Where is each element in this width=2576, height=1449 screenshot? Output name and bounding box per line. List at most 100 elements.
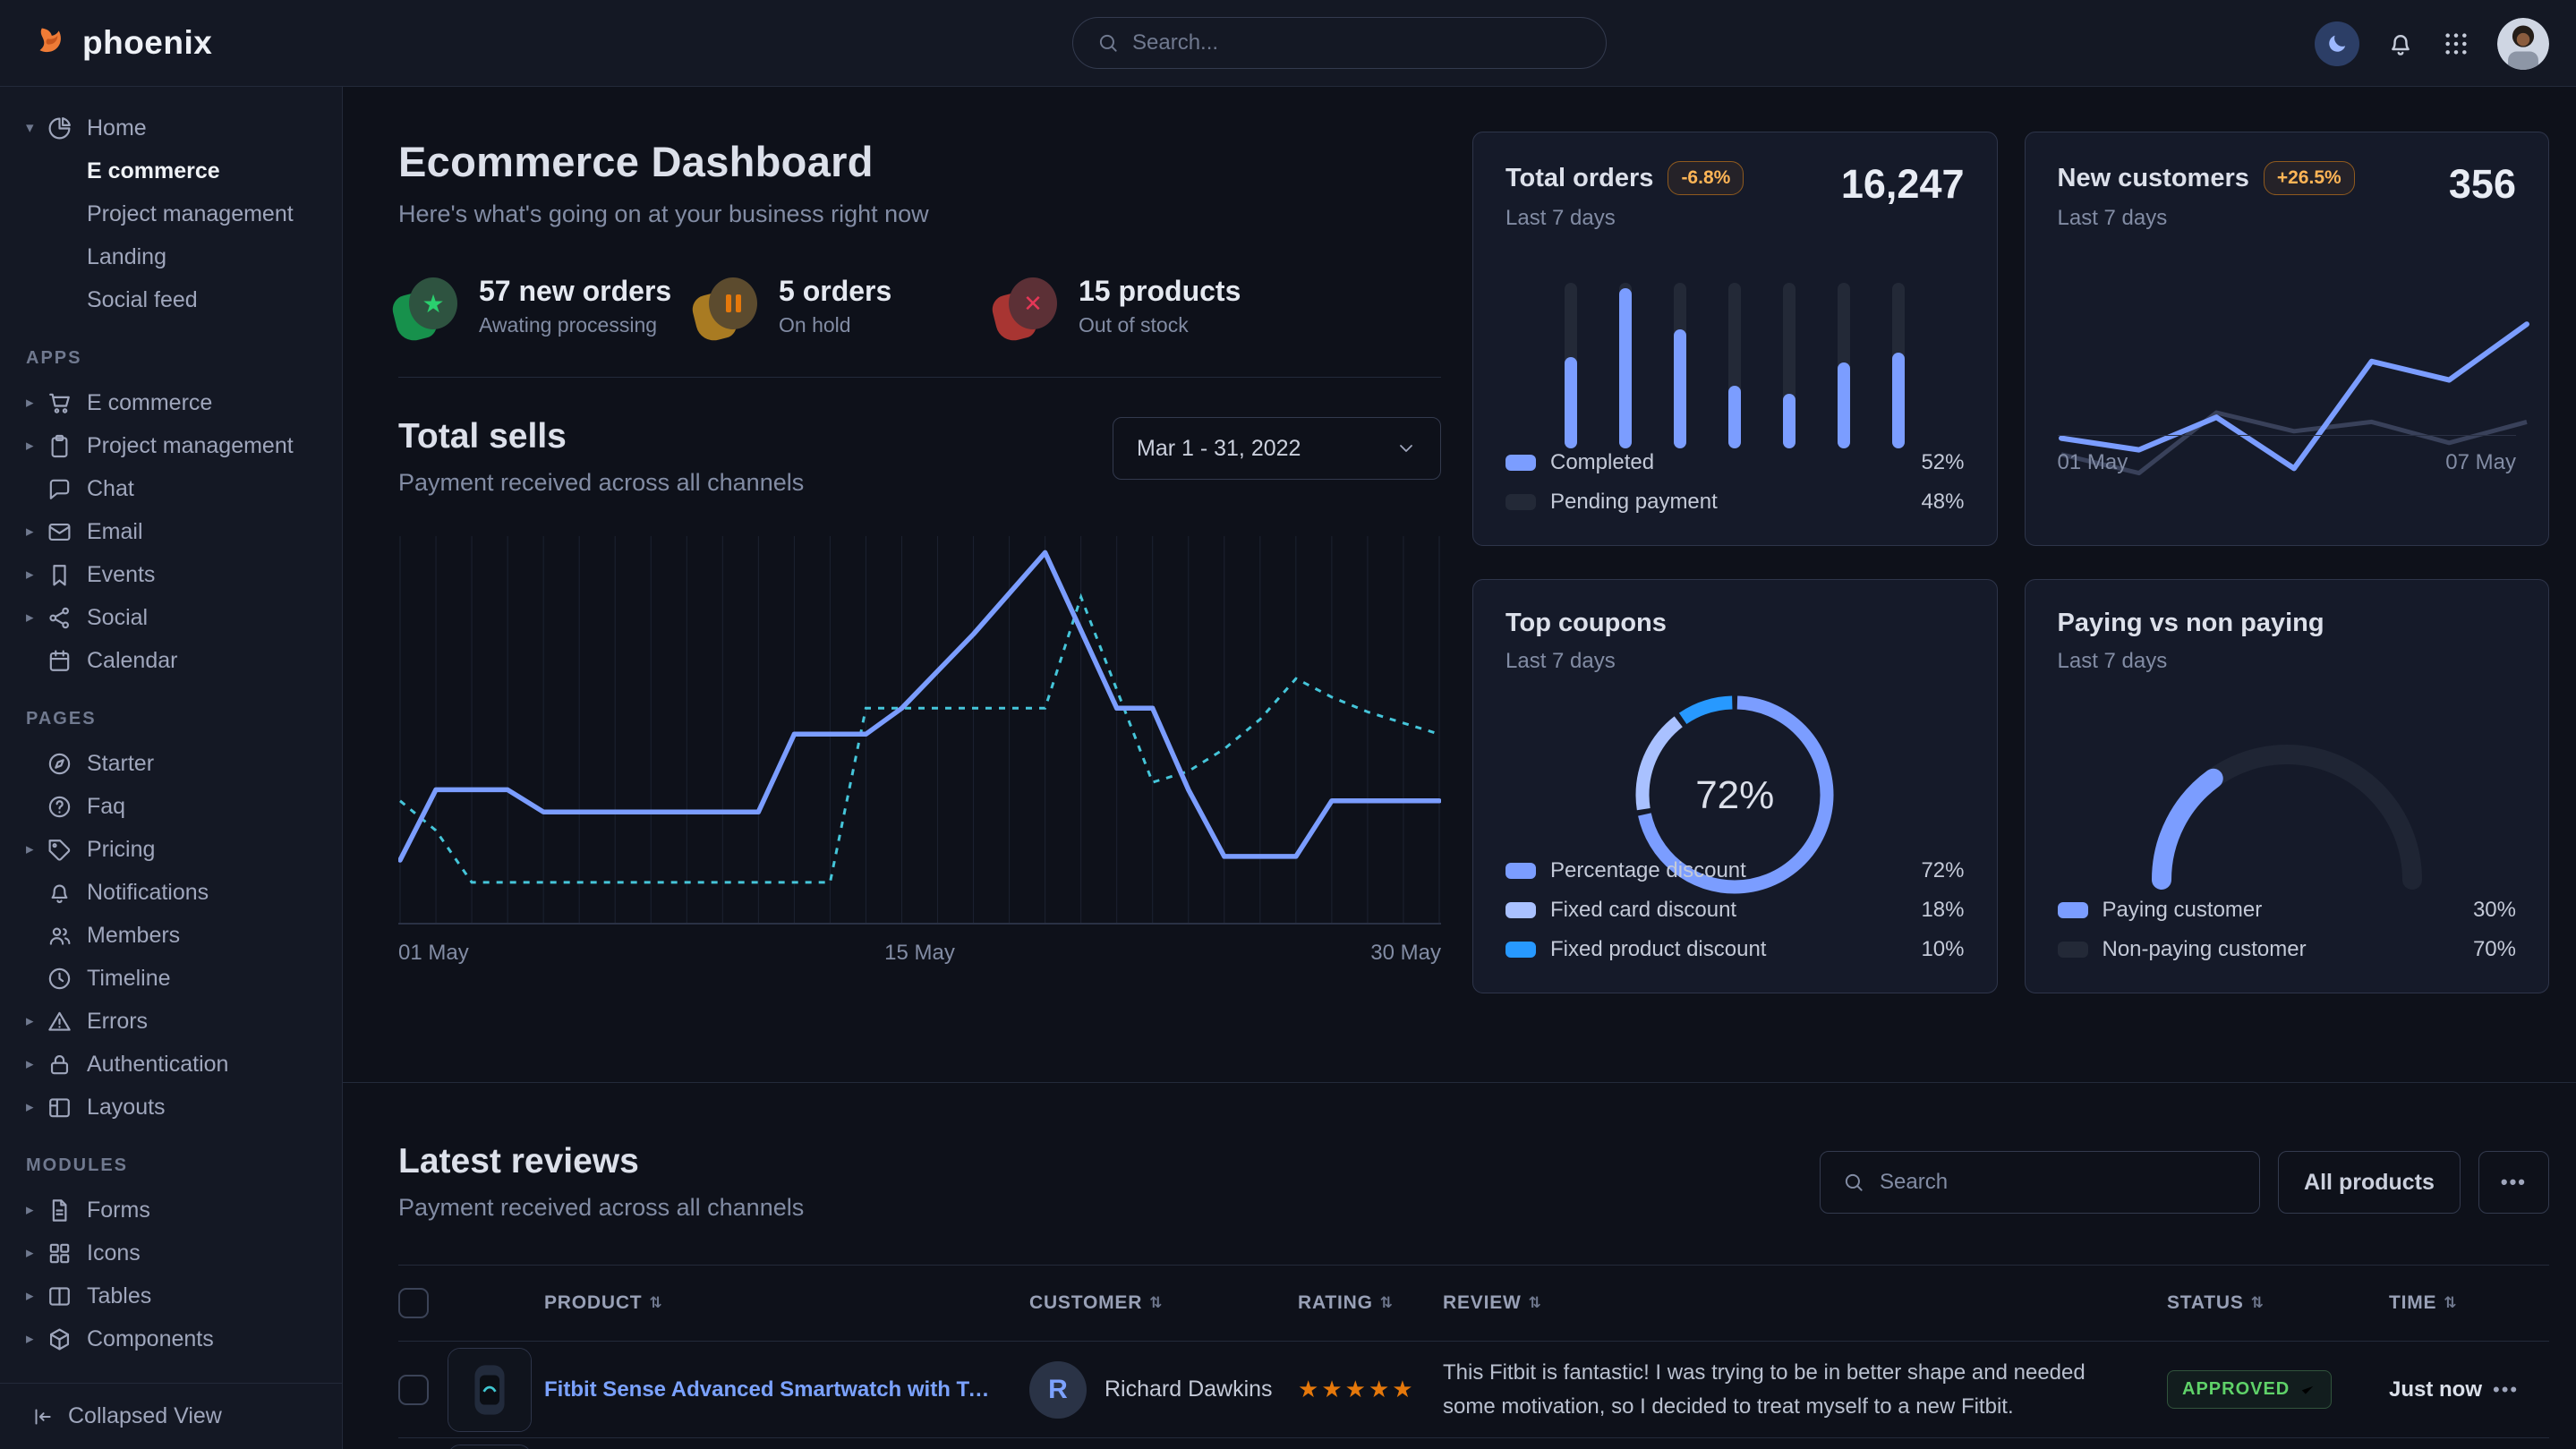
search-icon [1096,31,1120,55]
stat-value: 57 new orders [479,275,671,308]
sidebar-item-label: Social [87,605,148,631]
caret-right-icon: ▸ [26,566,46,584]
caret-down-icon: ▾ [26,119,46,137]
reviews-search-input[interactable]: Search [1820,1151,2260,1214]
legend-row: Non-paying customer 70% [2058,930,2517,969]
total-sells-x-axis: 01 May15 May30 May [398,941,1441,966]
sidebar-item-errors[interactable]: ▸Errors [0,1000,342,1043]
tag-icon [46,836,73,863]
legend-swatch [1506,863,1536,879]
legend-row: Paying customer 30% [2058,891,2517,930]
caret-right-icon: ▸ [26,394,46,412]
sidebar-item-project-management[interactable]: Project management [0,192,342,235]
clock-icon [46,965,73,992]
sidebar-item-label: Authentication [87,1052,228,1078]
sidebar-item-members[interactable]: Members [0,914,342,957]
orders-legend: Completed 52% Pending payment 48% [1506,443,1965,522]
star-badge-icon: ★ [398,276,459,337]
date-range-select[interactable]: Mar 1 - 31, 2022 [1113,417,1441,480]
product-thumbnail[interactable] [448,1445,532,1449]
global-search-input[interactable]: Search... [1072,17,1607,69]
apps-grid-icon[interactable] [2442,30,2470,58]
legend-row: Pending payment 48% [1506,482,1965,522]
sidebar-item-notifications[interactable]: Notifications [0,871,342,914]
stat-star: ★ 57 new orders Awating processing [398,275,698,337]
x-badge-icon: ✕ [998,276,1059,337]
sidebar-item-e-commerce[interactable]: E commerce [0,149,342,192]
row-menu-button[interactable]: ••• [2493,1378,2538,1402]
bar-track [1565,283,1577,448]
caret-right-icon: ▸ [26,437,46,455]
bar-fill [1619,288,1632,448]
sidebar-item-components[interactable]: ▸Components [0,1317,342,1360]
product-thumbnail[interactable] [448,1348,532,1432]
column-header-time[interactable]: TIME⇅ [2389,1292,2493,1314]
column-header-rating[interactable]: RATING⇅ [1298,1292,1443,1314]
column-header-customer[interactable]: CUSTOMER⇅ [1029,1292,1298,1314]
sidebar-item-timeline[interactable]: Timeline [0,957,342,1000]
new-customers-value: 356 [2449,161,2516,208]
theme-toggle-button[interactable] [2315,21,2359,66]
file-icon [46,1197,73,1223]
column-header-status[interactable]: STATUS⇅ [2167,1292,2389,1314]
legend-swatch [1506,494,1536,510]
user-avatar[interactable] [2497,18,2549,70]
axis-label-start: 01 May [2058,450,2128,475]
product-link[interactable]: Fitbit Sense Advanced Smartwatch with To… [544,1377,1029,1402]
sidebar-item-layouts[interactable]: ▸Layouts [0,1086,342,1129]
sidebar-item-label: Icons [87,1240,141,1266]
pie-icon [46,115,73,141]
sidebar-item-tables[interactable]: ▸Tables [0,1274,342,1317]
stat-value: 15 products [1079,275,1241,308]
sidebar-item-project-management[interactable]: ▸ Project management [0,424,342,467]
sidebar-item-social-feed[interactable]: Social feed [0,278,342,321]
top-coupons-card: Top coupons Last 7 days 72% Percentage d… [1472,579,1998,993]
legend-label: Non-paying customer [2103,937,2307,962]
review-time: Just now [2389,1377,2493,1402]
all-products-button[interactable]: All products [2278,1151,2461,1214]
sidebar-item-label: Email [87,519,143,545]
sidebar-item-authentication[interactable]: ▸Authentication [0,1043,342,1086]
sidebar-item-label: Events [87,562,155,588]
more-options-button[interactable]: ••• [2478,1151,2549,1214]
legend-value: 48% [1921,490,1964,515]
sidebar-item-events[interactable]: ▸ Events [0,553,342,596]
sidebar-item-email[interactable]: ▸Email [0,510,342,553]
bar-fill [1783,394,1796,448]
caret-right-icon: ▸ [26,1098,46,1116]
brand[interactable]: phoenix [30,23,212,63]
row-checkbox[interactable] [398,1375,429,1405]
users-icon [46,922,73,949]
star-filled-icon: ★ [1392,1376,1415,1402]
sidebar-nav: ▾HomeE commerceProject managementLanding… [0,87,342,1360]
star-filled-icon: ★ [1345,1376,1369,1402]
column-header-review[interactable]: REVIEW⇅ [1443,1292,2167,1314]
sidebar-item-calendar[interactable]: Calendar [0,639,342,682]
x-tick-label: 30 May [1370,941,1441,966]
sidebar-section-label: APPS [26,348,342,369]
select-all-checkbox[interactable] [398,1288,429,1318]
sidebar-item-starter[interactable]: Starter [0,742,342,785]
collapse-sidebar-button[interactable]: Collapsed View [0,1383,342,1449]
sidebar-item-pricing[interactable]: ▸Pricing [0,828,342,871]
stat-pause: 5 orders On hold [698,275,998,337]
notifications-bell-icon[interactable] [2386,30,2415,58]
sort-icon: ⇅ [649,1294,662,1312]
sidebar-item-faq[interactable]: Faq [0,785,342,828]
caret-right-icon: ▸ [26,609,46,626]
column-header-product[interactable]: PRODUCT⇅ [544,1292,1029,1314]
latest-reviews-section: Latest reviews Payment received across a… [343,1142,2576,1449]
sidebar-item-forms[interactable]: ▸Forms [0,1189,342,1232]
sidebar-item-e-commerce[interactable]: ▸ E commerce [0,381,342,424]
sidebar-item-label: Project management [87,433,294,459]
sidebar-item-landing[interactable]: Landing [0,235,342,278]
total-sells-title: Total sells [398,417,804,456]
customer-cell: RRichard Dawkins [1029,1361,1298,1419]
sidebar-item-icons[interactable]: ▸Icons [0,1232,342,1274]
legend-row: Fixed card discount 18% [1506,891,1965,930]
sidebar-item-home[interactable]: ▾Home [0,107,342,149]
sidebar-item-label: E commerce [87,390,212,416]
sidebar-item-social[interactable]: ▸ Social [0,596,342,639]
table-row: iPhone 13 pro max-Pacific Blue-128GB sto… [398,1438,2549,1449]
sidebar-item-chat[interactable]: Chat [0,467,342,510]
